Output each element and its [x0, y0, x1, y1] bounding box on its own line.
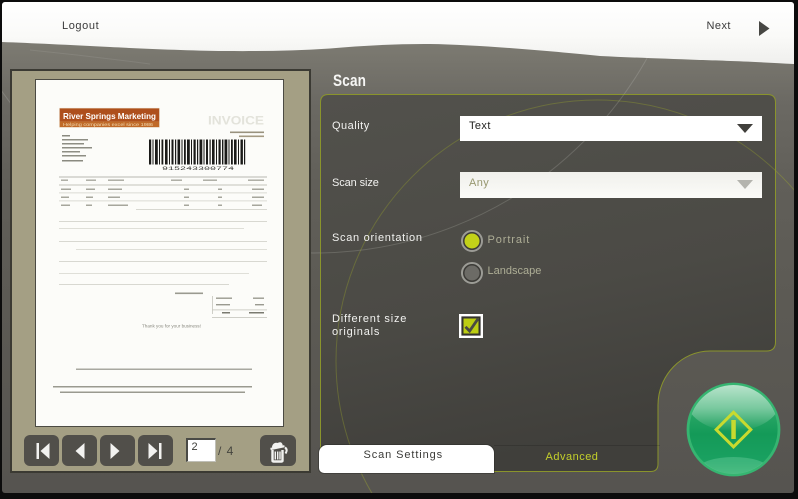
- svg-text:Thank you for your business!: Thank you for your business!: [142, 323, 201, 328]
- svg-text:915243300774: 915243300774: [162, 166, 234, 172]
- svg-text:Helping companies excel since: Helping companies excel since 1986: [63, 122, 154, 127]
- svg-text:River Springs Marketing: River Springs Marketing: [63, 112, 156, 121]
- svg-text:INVOICE: INVOICE: [208, 113, 264, 127]
